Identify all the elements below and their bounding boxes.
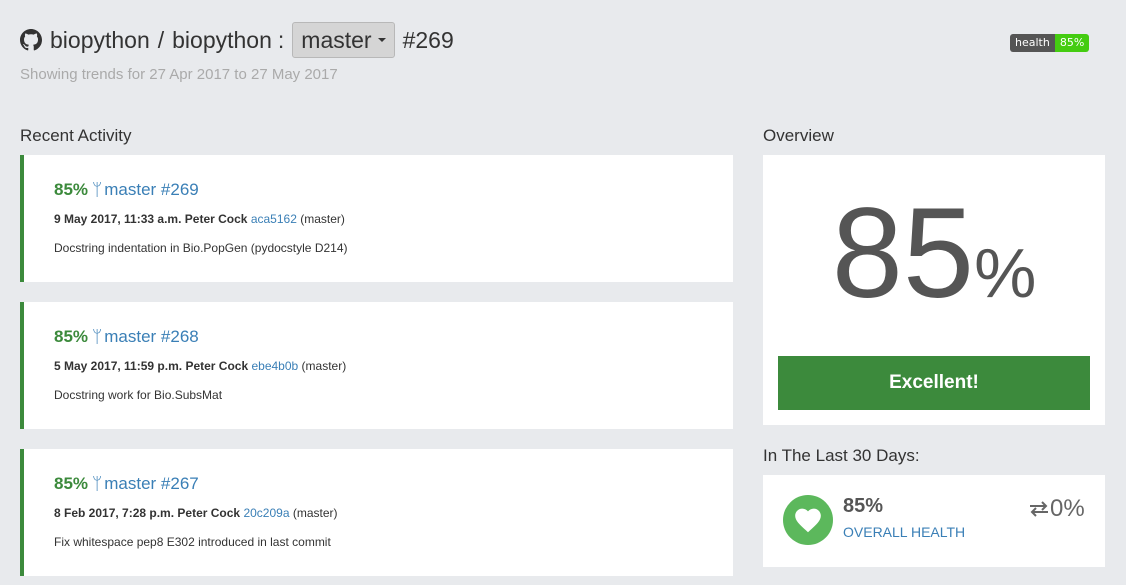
activity-branch: (master) [292, 506, 338, 520]
activity-branch: (master) [300, 212, 345, 226]
overview-panel: 85% Excellent! [763, 155, 1105, 425]
page-header: biopython / biopython : master #269 [20, 22, 454, 58]
code-branch-icon: ᛘ [92, 180, 103, 199]
health-change: 0% [1028, 495, 1085, 523]
title-colon: : [277, 26, 285, 53]
overview-score-unit: % [974, 234, 1037, 312]
commit-sha-link[interactable]: 20c209a [243, 506, 289, 520]
overall-health-value: 85% [843, 495, 884, 517]
commit-message: Fix whitespace pep8 E302 introduced in l… [54, 535, 331, 549]
build-link[interactable]: master #267 [104, 474, 199, 493]
activity-card: 85% ᛘ master #268 5 May 2017, 11:59 p.m. P… [20, 302, 733, 429]
branch-dropdown-label: master [301, 26, 372, 53]
activity-health-pct: 85% [54, 327, 89, 346]
activity-author: Peter Cock [184, 212, 248, 226]
commit-message: Docstring indentation in Bio.PopGen (pyd… [54, 241, 348, 255]
activity-card: 85% ᛘ master #267 8 Feb 2017, 7:28 p.m. Pe… [20, 449, 733, 576]
branch-dropdown[interactable]: master [292, 22, 395, 58]
rating-button[interactable]: Excellent! [778, 356, 1090, 410]
code-branch-icon: ᛘ [92, 474, 103, 493]
activity-health-pct: 85% [54, 474, 89, 493]
health-change-value: 0% [1050, 495, 1085, 522]
exchange-arrows-icon [1030, 501, 1048, 517]
activity-author: Peter Cock [185, 359, 249, 373]
health-badge-value: 85% [1054, 34, 1090, 52]
commit-sha-link[interactable]: ebe4b0b [251, 359, 298, 373]
activity-author: Peter Cock [177, 506, 241, 520]
last-30-days-title: In The Last 30 Days: [763, 446, 920, 465]
overall-health-label: OVERALL HEALTH [843, 524, 966, 540]
code-branch-icon: ᛘ [92, 327, 103, 346]
activity-health-pct: 85% [54, 180, 89, 199]
repo-owner-link[interactable]: biopython [50, 27, 150, 54]
commit-message: Docstring work for Bio.SubsMat [54, 388, 223, 402]
activity-branch: (master) [301, 359, 347, 373]
activity-datetime: 8 Feb 2017, 7:28 p.m. [54, 506, 175, 520]
activity-datetime: 9 May 2017, 11:33 a.m. [54, 212, 182, 226]
commit-sha-link[interactable]: aca5162 [251, 212, 297, 226]
overview-title: Overview [763, 126, 834, 145]
recent-activity-title: Recent Activity [20, 126, 132, 145]
activity-card: 85% ᛘ master #269 9 May 2017, 11:33 a.m. P… [20, 155, 733, 282]
overview-score: 85% [763, 190, 1105, 318]
repo-separator: / [157, 26, 165, 53]
build-link[interactable]: master #269 [104, 180, 199, 199]
caret-down-icon [377, 38, 386, 42]
health-badge-label: health [1010, 34, 1055, 52]
build-number: #269 [402, 26, 454, 53]
activity-datetime: 5 May 2017, 11:59 p.m. [54, 359, 183, 373]
build-link[interactable]: master #268 [104, 327, 199, 346]
trend-range-text: Showing trends for 27 Apr 2017 to 27 May… [20, 66, 338, 83]
health-badge: health 85% [1010, 34, 1090, 52]
repo-name-link[interactable]: biopython [172, 27, 272, 54]
heart-icon [783, 495, 833, 545]
overview-score-value: 85 [831, 182, 975, 325]
last-30-days-panel: 85% OVERALL HEALTH 0% [763, 475, 1105, 567]
github-icon [20, 29, 42, 51]
